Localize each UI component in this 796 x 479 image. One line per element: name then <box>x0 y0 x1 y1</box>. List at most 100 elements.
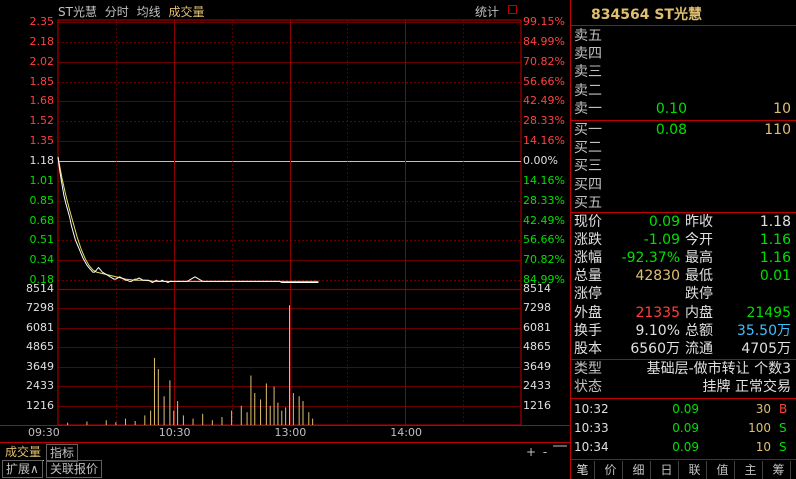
quote-label: 现价 <box>574 214 602 230</box>
price-tick-label: 0.68 <box>29 213 55 227</box>
trade-time: 10:32 <box>574 402 609 416</box>
chart-mode-label[interactable]: 分时 <box>105 5 129 19</box>
panel-tab[interactable]: 笔 <box>571 461 595 479</box>
volume-tick-label-right: 4865 <box>523 339 551 353</box>
volume-tick-label-right: 3649 <box>523 359 551 373</box>
ask-qty: 10 <box>773 100 791 117</box>
info-type-value: 基础层-做市转让 个数3 <box>646 361 791 377</box>
panel-tab[interactable]: 价 <box>599 461 623 479</box>
quote-value: 4705万 <box>741 340 791 357</box>
bid-row: 买五 <box>571 195 795 213</box>
panel-tab[interactable]: 细 <box>627 461 651 479</box>
bid-label: 买一 <box>574 122 602 138</box>
stats-toggle-icon[interactable] <box>508 5 517 14</box>
trade-volume: 100 <box>748 421 771 435</box>
tab-expand[interactable]: 扩展∧ <box>2 460 43 478</box>
intraday-chart[interactable] <box>0 0 570 445</box>
trade-direction: B <box>779 402 788 416</box>
trade-time: 10:33 <box>574 421 609 435</box>
quote-label: 换手 <box>574 322 602 339</box>
volume-tick-label-right: 8514 <box>523 281 551 295</box>
chart-avg-label[interactable]: 均线 <box>137 5 161 19</box>
volume-tick-label-right: 2433 <box>523 378 551 392</box>
pct-tick-label: 70.82% <box>523 54 565 68</box>
trade-price: 0.09 <box>672 440 699 454</box>
price-tick-label: 1.35 <box>29 133 55 147</box>
quote-row: 换手 9.10% 总额 35.50万 <box>571 323 795 341</box>
pct-tick-label: 28.33% <box>523 193 565 207</box>
trade-direction: S <box>779 421 787 435</box>
time-tick-label: 14:00 <box>390 426 422 439</box>
pct-tick-label: 99.15% <box>523 14 565 28</box>
quote-label: 今开 <box>685 232 713 249</box>
tab-volume[interactable]: 成交量 <box>2 444 45 461</box>
volume-tick-label-right: 7298 <box>523 300 551 314</box>
time-tick-label: 10:30 <box>158 426 191 439</box>
price-tick-label: 2.02 <box>29 54 55 68</box>
ask-row: 卖一 0.10 10 <box>571 101 795 119</box>
quote-label: 股本 <box>574 340 602 357</box>
panel-tab[interactable]: 日 <box>655 461 679 479</box>
close-panel-icon[interactable] <box>553 445 567 447</box>
zoom-in-button[interactable]: + <box>524 445 538 459</box>
tab-related-quotes[interactable]: 关联报价 <box>46 460 103 478</box>
quote-value: 9.10% <box>635 322 680 339</box>
zoom-out-button[interactable]: - <box>538 445 552 459</box>
quote-label: 昨收 <box>685 214 713 230</box>
panel-tab[interactable]: 联 <box>683 461 707 479</box>
chart-vol-label[interactable]: 成交量 <box>168 5 204 19</box>
volume-tick-label: 3649 <box>26 359 54 373</box>
quote-value: -92.37% <box>621 250 680 267</box>
trade-direction: S <box>779 440 787 454</box>
avg-price-line <box>57 156 319 282</box>
pct-tick-label: 42.49% <box>523 93 565 107</box>
bid-label: 买三 <box>574 158 602 175</box>
quote-value: 1.16 <box>759 250 791 267</box>
price-tick-label: 2.35 <box>29 14 55 28</box>
bid-qty: 110 <box>764 122 791 138</box>
volume-tick-label: 8514 <box>26 281 54 295</box>
quote-row: 涨停 跌停 <box>571 286 795 304</box>
time-tick-label: 13:00 <box>274 426 307 439</box>
ask-label: 卖四 <box>574 46 602 63</box>
quote-value: -1.09 <box>643 232 680 249</box>
quote-value: 1.16 <box>759 232 791 249</box>
quote-row: 涨跌 -1.09 今开 1.16 <box>571 232 795 250</box>
quote-row: 总量 42830 最低 0.01 <box>571 268 795 286</box>
price-tick-label: 1.01 <box>29 173 55 187</box>
price-tick-label: 2.18 <box>29 34 55 48</box>
stats-button[interactable]: 统计 <box>475 3 499 20</box>
quote-panel: 834564 ST光慧 卖五 卖四 卖三 卖二 卖一 0.10 10 买一 0.08 110 买二… <box>570 0 796 479</box>
ask-label: 卖一 <box>574 100 602 117</box>
chart-bottom-bar: 成交量 指标 扩展∧ 关联报价 + - <box>0 444 570 479</box>
volume-tick-label-right: 1216 <box>523 398 551 412</box>
panel-tab[interactable]: 筹 <box>767 461 791 479</box>
quote-label: 涨跌 <box>574 232 602 249</box>
volume-tick-label: 6081 <box>26 320 54 334</box>
price-tick-label: 0.85 <box>29 193 55 207</box>
panel-tab[interactable]: 值 <box>711 461 735 479</box>
quote-value: 42830 <box>635 268 680 285</box>
pct-tick-label: 0.00% <box>523 153 558 167</box>
quote-row: 外盘 21335 内盘 21495 <box>571 305 795 323</box>
bid-label: 买四 <box>574 176 602 193</box>
bid-row: 买四 <box>571 177 795 195</box>
ask-label: 卖二 <box>574 82 602 99</box>
trade-price: 0.09 <box>672 402 699 416</box>
quote-label: 外盘 <box>574 304 602 321</box>
trade-volume: 30 <box>755 402 771 416</box>
chart-stock-name: ST光慧 <box>58 5 97 19</box>
trade-row: 10:34 0.09 10 S <box>571 438 795 457</box>
panel-tab[interactable]: 主 <box>739 461 763 479</box>
info-status-value: 挂牌 正常交易 <box>702 379 791 395</box>
trade-price: 0.09 <box>672 421 699 435</box>
quote-label: 最低 <box>685 268 713 285</box>
price-tick-label: 1.68 <box>29 93 55 107</box>
trade-row: 10:32 0.09 30 B <box>571 400 795 419</box>
volume-tick-label-right: 6081 <box>523 320 551 334</box>
quote-label: 跌停 <box>685 286 713 303</box>
quote-value: 1.18 <box>759 214 791 230</box>
quote-label: 涨停 <box>574 286 602 303</box>
price-tick-label: 1.85 <box>29 74 55 88</box>
ask-label: 卖三 <box>574 64 602 81</box>
